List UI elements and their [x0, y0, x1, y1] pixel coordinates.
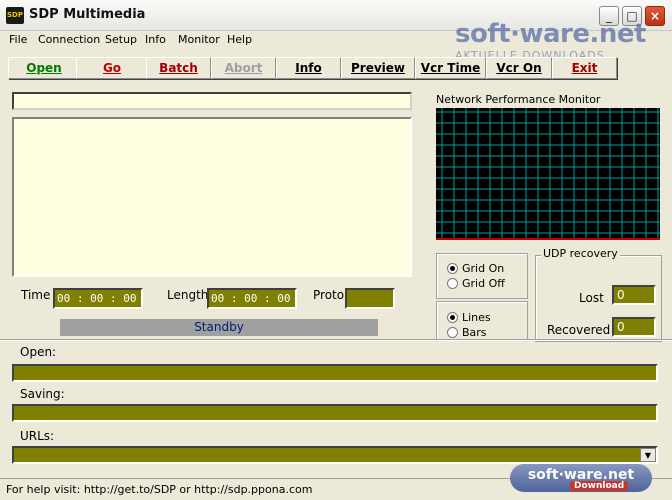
menu-help[interactable]: Help: [227, 33, 252, 46]
monitor-grid-lines: [436, 108, 660, 238]
recovered-value: 0: [612, 317, 656, 337]
go-button[interactable]: Go: [76, 57, 148, 79]
exit-button[interactable]: Exit: [552, 57, 617, 79]
video-display: [12, 117, 412, 277]
close-button[interactable]: ×: [645, 6, 665, 26]
length-display: 00 : 00 : 00: [207, 288, 297, 309]
recovered-label: Recovered: [547, 323, 611, 337]
menu-bar: File Connection Setup Info Monitor Help: [0, 31, 672, 49]
lost-label: Lost: [579, 291, 604, 305]
grid-on-label: Grid On: [462, 262, 505, 275]
open-path-field[interactable]: [12, 364, 658, 382]
watermark-download-label: Download: [570, 481, 629, 491]
app-icon: SDP: [6, 7, 24, 24]
menu-monitor[interactable]: Monitor: [178, 33, 220, 46]
grid-off-radio[interactable]: [447, 278, 458, 289]
info-button[interactable]: Info: [276, 57, 341, 79]
lines-radio[interactable]: [447, 312, 458, 323]
proto-display: [345, 288, 395, 309]
grid-on-radio[interactable]: [447, 263, 458, 274]
menu-connection[interactable]: Connection: [38, 33, 100, 46]
lines-label: Lines: [462, 311, 491, 324]
urls-combobox[interactable]: ▼: [12, 446, 658, 464]
status-indicator: Standby: [60, 319, 378, 336]
network-monitor-graph: [436, 108, 660, 240]
time-label: Time: [21, 288, 51, 302]
abort-button[interactable]: Abort: [211, 57, 276, 79]
urls-label: URLs:: [20, 429, 55, 443]
length-label: Length: [167, 288, 209, 302]
status-text: For help visit: http://get.to/SDP or htt…: [6, 483, 313, 496]
chevron-down-icon[interactable]: ▼: [640, 448, 656, 462]
grid-off-label: Grid Off: [462, 277, 505, 290]
time-display: 00 : 00 : 00: [53, 288, 143, 309]
batch-button[interactable]: Batch: [146, 57, 211, 79]
saving-label: Saving:: [20, 387, 65, 401]
menu-file[interactable]: File: [9, 33, 27, 46]
monitor-title: Network Performance Monitor: [436, 93, 601, 106]
vcr-on-button[interactable]: Vcr On: [486, 57, 552, 79]
url-input[interactable]: [12, 92, 412, 110]
open-label: Open:: [20, 345, 57, 359]
bars-radio[interactable]: [447, 327, 458, 338]
window-title: SDP Multimedia: [29, 7, 146, 22]
saving-path-field[interactable]: [12, 404, 658, 422]
section-divider: [0, 339, 672, 341]
open-button[interactable]: Open: [8, 57, 80, 79]
lost-value: 0: [612, 285, 656, 305]
menu-info[interactable]: Info: [145, 33, 166, 46]
menu-setup[interactable]: Setup: [105, 33, 137, 46]
udp-recovery-title: UDP recovery: [541, 247, 620, 260]
vcr-time-button[interactable]: Vcr Time: [415, 57, 486, 79]
proto-label: Proto: [313, 288, 345, 302]
grid-options-group: [436, 253, 528, 299]
preview-button[interactable]: Preview: [341, 57, 415, 79]
bars-label: Bars: [462, 326, 487, 339]
